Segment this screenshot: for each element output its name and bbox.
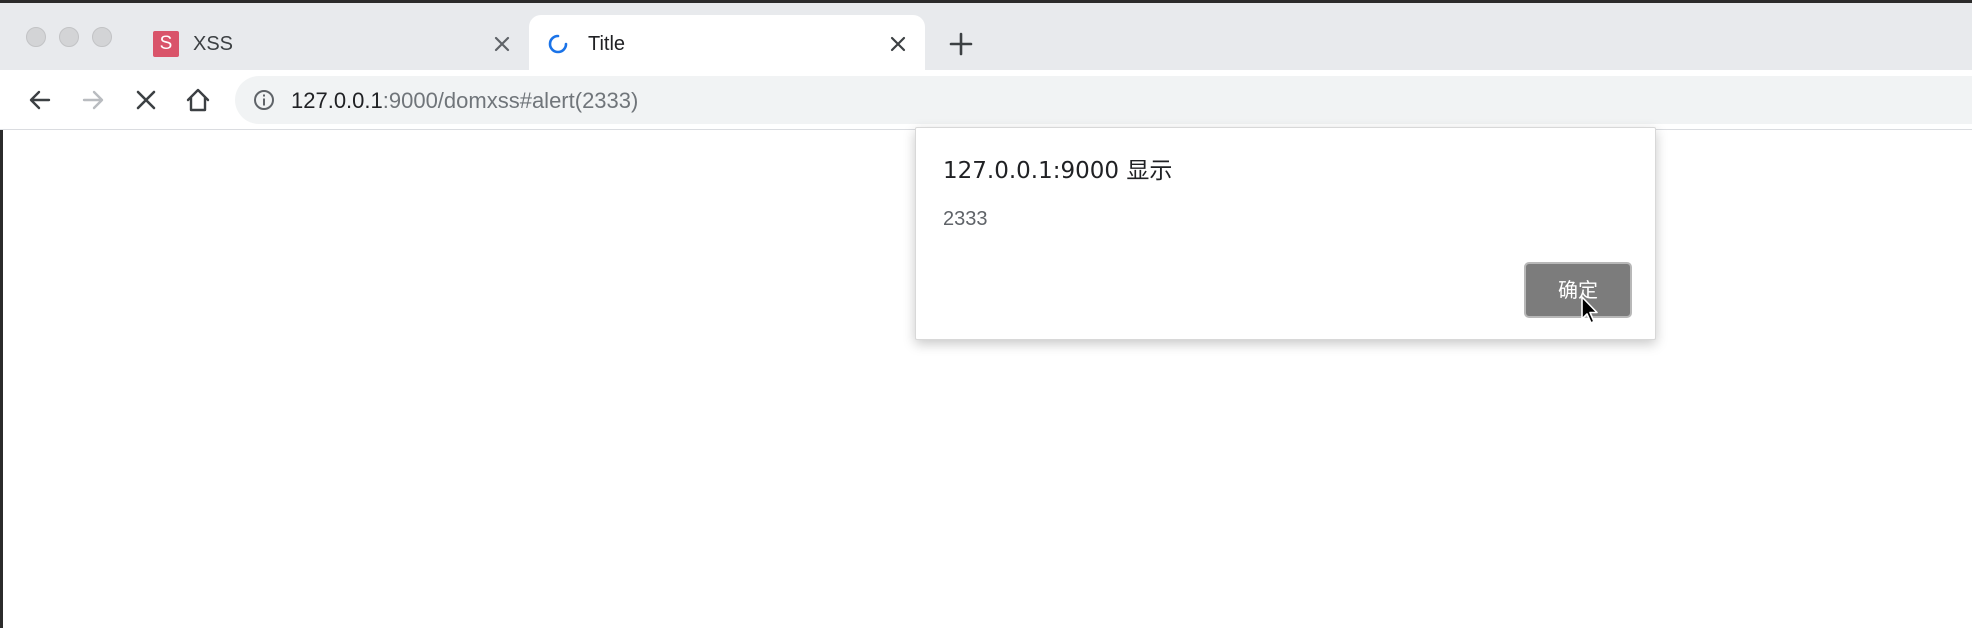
tab-title: Title	[588, 33, 626, 55]
arrow-left-icon[interactable]	[26, 86, 54, 114]
home-icon[interactable]	[184, 86, 212, 114]
ok-button[interactable]: 确定	[1524, 262, 1632, 318]
tab-title: XSS	[193, 33, 234, 55]
window-zoom-button[interactable]	[92, 27, 112, 47]
window-minimize-button[interactable]	[59, 27, 79, 47]
browser-toolbar: 127.0.0.1:9000/domxss#alert(2333)	[0, 70, 1972, 130]
loading-spinner-icon	[548, 34, 568, 54]
url-path: :9000/domxss#alert(2333)	[382, 88, 639, 113]
mouse-pointer-icon	[1581, 296, 1598, 324]
dialog-title: 127.0.0.1:9000 显示	[943, 158, 1173, 184]
tab-favicon-icon: S	[153, 31, 179, 57]
tab-title-active[interactable]: Title	[529, 15, 925, 73]
dialog-message: 2333	[943, 208, 988, 230]
tab-close-icon[interactable]	[886, 32, 910, 56]
alert-dialog: 127.0.0.1:9000 显示 2333 确定	[915, 127, 1656, 340]
address-bar[interactable]: 127.0.0.1:9000/domxss#alert(2333)	[235, 76, 1972, 124]
tab-close-icon[interactable]	[490, 32, 514, 56]
new-tab-plus-icon[interactable]	[948, 31, 974, 57]
url-text[interactable]: 127.0.0.1:9000/domxss#alert(2333)	[291, 88, 638, 114]
tab-xss[interactable]: S XSS	[140, 15, 520, 73]
url-host: 127.0.0.1	[291, 88, 383, 113]
close-icon[interactable]	[132, 86, 160, 114]
info-icon[interactable]	[253, 89, 275, 111]
arrow-right-icon[interactable]	[79, 86, 107, 114]
tab-strip: S XSS Title	[0, 0, 1972, 73]
window-close-button[interactable]	[26, 27, 46, 47]
